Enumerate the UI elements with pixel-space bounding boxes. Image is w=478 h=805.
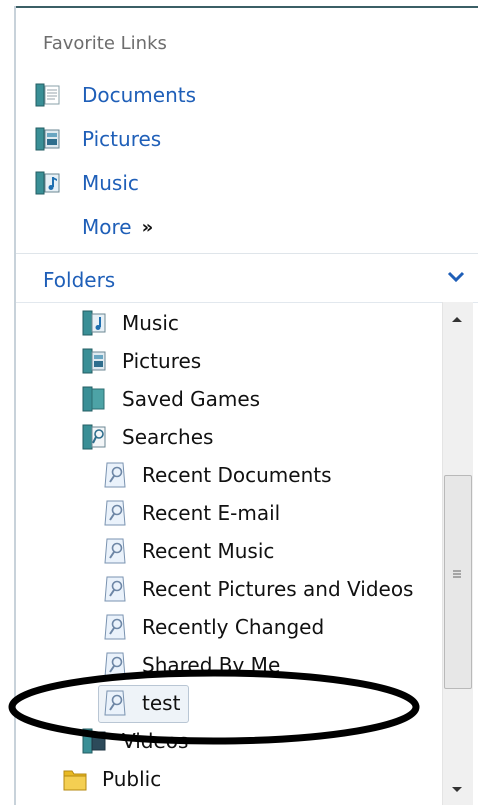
- favorite-link-pictures[interactable]: Pictures: [34, 125, 161, 153]
- yellow-folder-icon: [63, 770, 87, 791]
- searches-folder-icon: [82, 424, 106, 450]
- favorite-link-music[interactable]: Music: [34, 169, 139, 197]
- favorite-link-label: Music: [82, 171, 139, 195]
- top-border: [14, 6, 478, 8]
- tree-item-label: Pictures: [122, 349, 202, 373]
- double-chevron-right-icon: »: [141, 216, 154, 238]
- scroll-up-arrow-icon: [452, 317, 462, 322]
- tree-item-recent-documents[interactable]: Recent Documents: [102, 458, 332, 492]
- tree-item-music[interactable]: Music: [82, 306, 179, 340]
- saved-search-icon: [104, 500, 126, 526]
- folders-title: Folders: [43, 268, 116, 292]
- favorite-link-documents[interactable]: Documents: [34, 81, 196, 109]
- tree-item-label: Saved Games: [122, 387, 261, 411]
- documents-library-icon: [35, 83, 60, 107]
- chevron-down-icon[interactable]: [445, 266, 467, 288]
- scroll-down-button[interactable]: [442, 776, 472, 804]
- scrollbar-thumb[interactable]: [444, 475, 472, 689]
- pictures-library-icon: [35, 127, 60, 151]
- more-links-button[interactable]: More »: [82, 213, 153, 241]
- favorite-link-label: Pictures: [82, 127, 162, 151]
- tree-item-label: Recently Changed: [142, 615, 325, 639]
- left-border: [14, 6, 16, 805]
- music-folder-icon: [82, 310, 106, 336]
- favorite-links-title: Favorite Links: [43, 33, 167, 54]
- tree-item-searches[interactable]: Searches: [82, 420, 213, 454]
- tree-item-label: Recent Documents: [142, 463, 332, 487]
- scrollbar-grip-icon: [453, 570, 461, 578]
- tree-item-test[interactable]: test: [102, 686, 180, 720]
- tree-item-label: Shared By Me: [142, 653, 281, 677]
- tree-item-recent-pictures-videos[interactable]: Recent Pictures and Videos: [102, 572, 413, 606]
- tree-item-label: Public: [102, 767, 162, 791]
- tree-item-label: Recent Music: [142, 539, 275, 563]
- saved-search-icon: [104, 462, 126, 488]
- tree-item-label: Recent E-mail: [142, 501, 281, 525]
- more-label: More: [82, 215, 132, 239]
- favorite-link-label: Documents: [82, 83, 197, 107]
- videos-folder-icon: [82, 728, 106, 754]
- saved-games-folder-icon: [82, 386, 105, 412]
- tree-item-label: Music: [122, 311, 179, 335]
- tree-item-pictures[interactable]: Pictures: [82, 344, 201, 378]
- scroll-down-arrow-icon: [452, 787, 462, 792]
- saved-search-icon: [104, 690, 126, 716]
- scroll-up-button[interactable]: [442, 305, 472, 333]
- saved-search-icon: [104, 652, 126, 678]
- tree-item-saved-games[interactable]: Saved Games: [82, 382, 260, 416]
- pictures-folder-icon: [82, 348, 106, 374]
- tree-item-videos[interactable]: Videos: [82, 724, 188, 758]
- tree-item-shared-by-me[interactable]: Shared By Me: [102, 648, 280, 682]
- saved-search-icon: [104, 614, 126, 640]
- tree-item-label: test: [142, 691, 181, 715]
- section-divider: [16, 253, 478, 254]
- tree-item-public[interactable]: Public: [62, 762, 161, 796]
- tree-item-label: Recent Pictures and Videos: [142, 577, 414, 601]
- music-library-icon: [35, 171, 60, 195]
- saved-search-icon: [104, 576, 126, 602]
- tree-item-label: Videos: [122, 729, 189, 753]
- saved-search-icon: [104, 538, 126, 564]
- tree-item-recent-music[interactable]: Recent Music: [102, 534, 274, 568]
- tree-item-recently-changed[interactable]: Recently Changed: [102, 610, 324, 644]
- tree-item-label: Searches: [122, 425, 214, 449]
- tree-item-recent-email[interactable]: Recent E-mail: [102, 496, 280, 530]
